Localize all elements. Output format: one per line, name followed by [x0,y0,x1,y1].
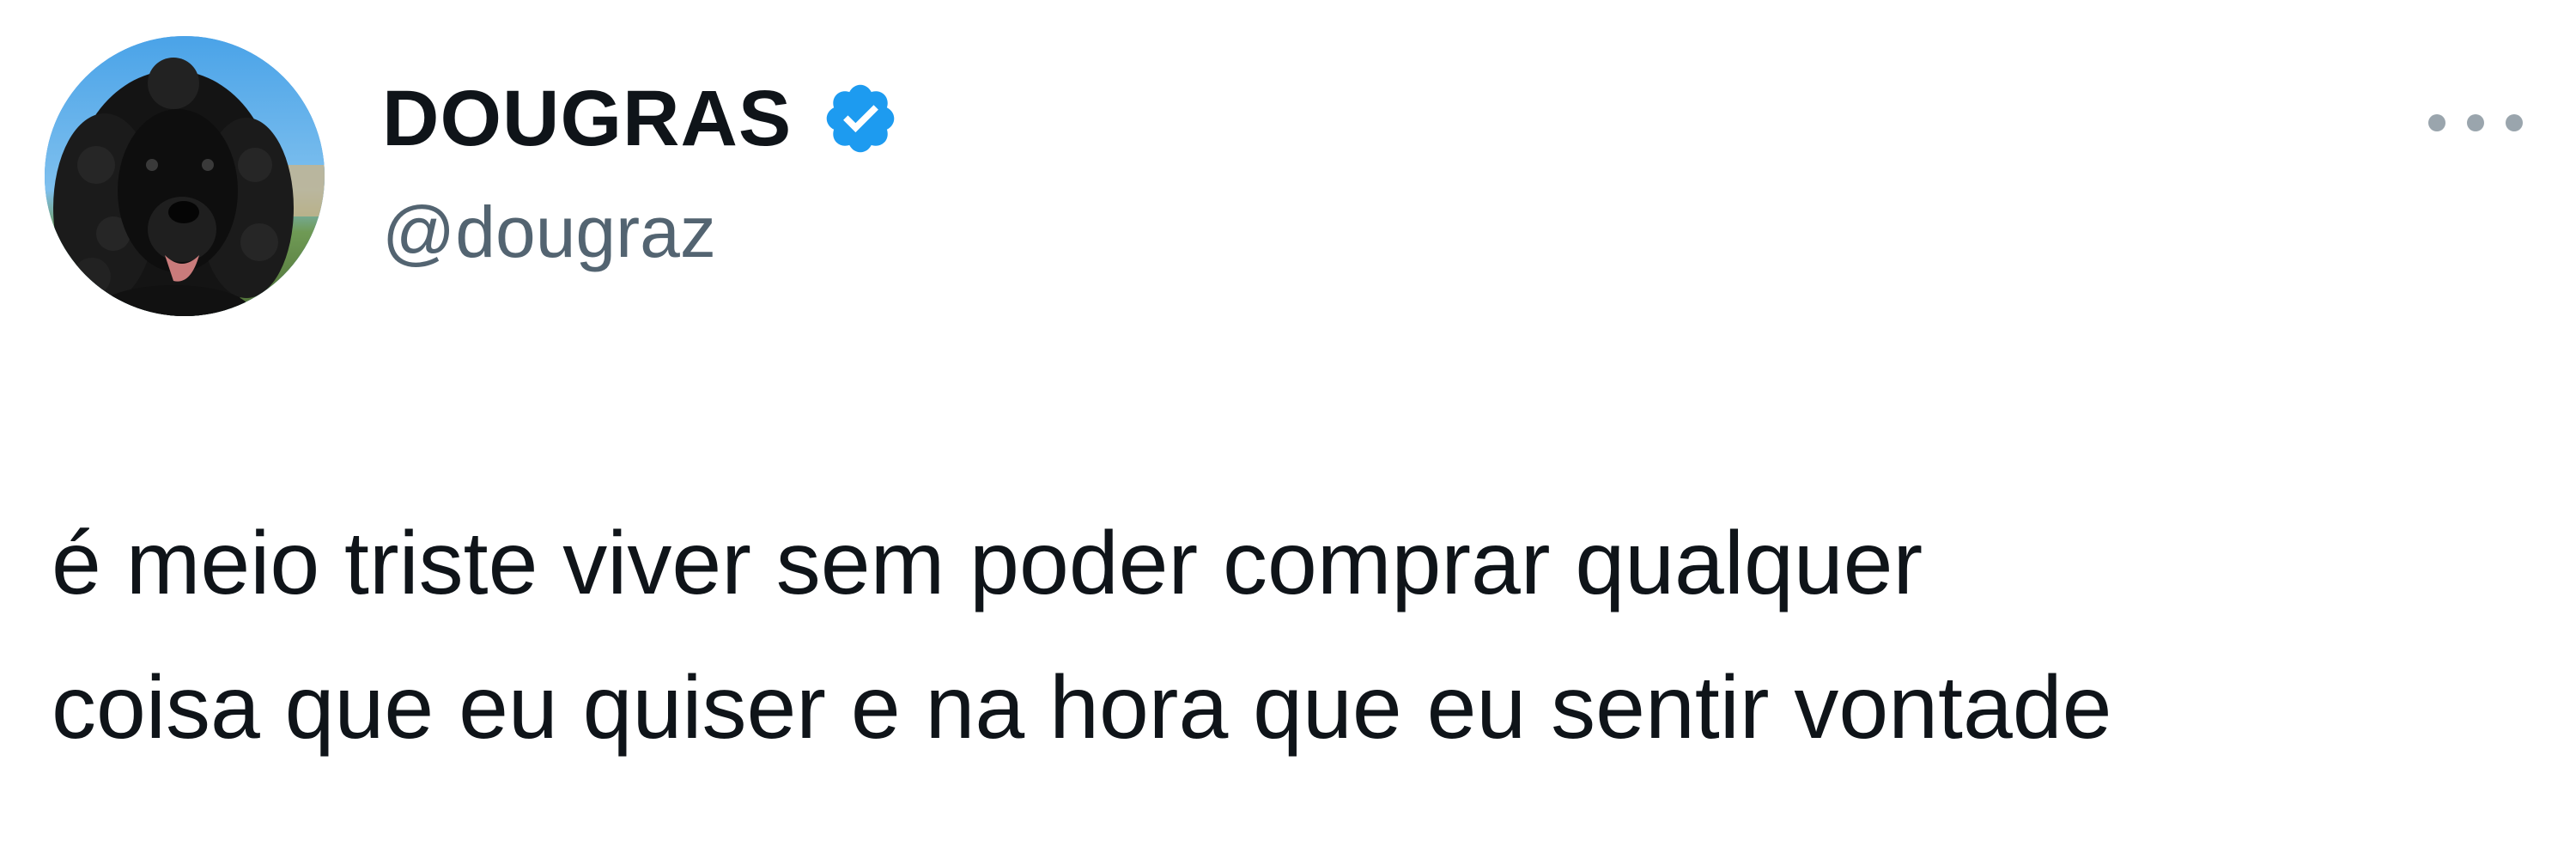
display-name[interactable]: DOUGRAS [382,79,792,158]
more-dot [2467,114,2484,131]
more-dot [2428,114,2445,131]
tweet-card: DOUGRAS @dougraz é meio triste viver sem… [0,0,2576,859]
tweet-text-line: coisa que eu quiser e na hora que eu sen… [52,658,2112,758]
verified-badge-icon [821,79,900,158]
more-dot [2506,114,2523,131]
tweet-text: é meio triste viver sem poder comprar qu… [52,491,2542,780]
avatar-image [45,36,325,316]
avatar[interactable] [45,36,325,316]
author-name-row: DOUGRAS [382,67,900,170]
author-handle[interactable]: @dougraz [382,196,716,268]
tweet-text-line: é meio triste viver sem poder comprar qu… [52,514,1923,613]
more-options-icon[interactable] [2428,110,2523,136]
